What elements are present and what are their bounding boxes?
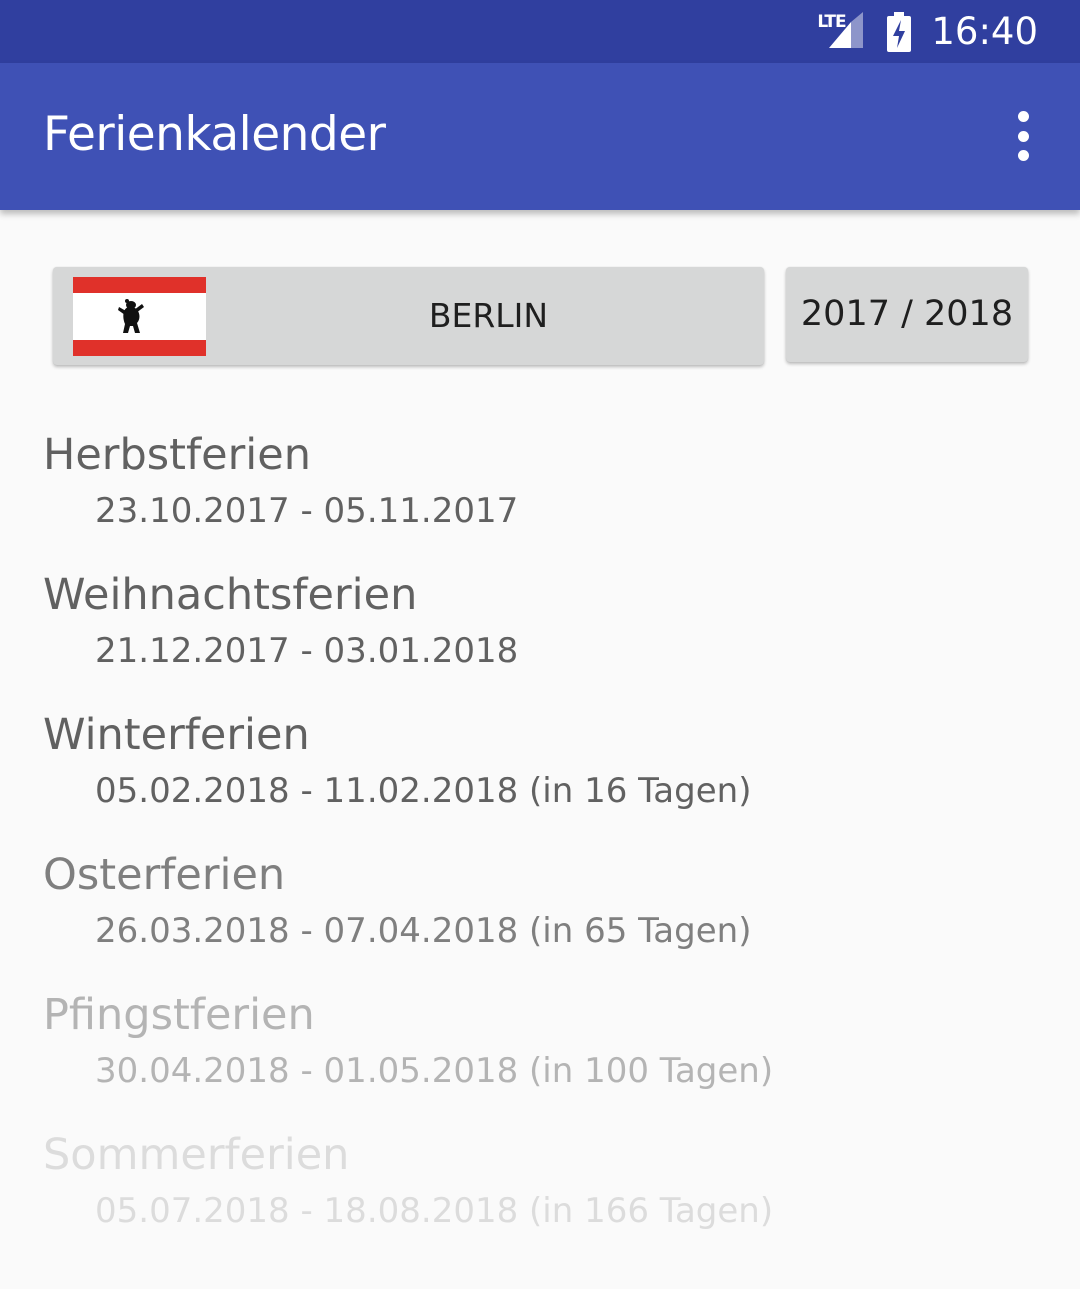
berlin-flag-icon	[73, 277, 206, 356]
list-item: Sommerferien 05.07.2018 - 18.08.2018 (in…	[0, 1130, 1080, 1270]
more-vert-icon[interactable]	[1006, 111, 1040, 161]
app-title: Ferienkalender	[43, 107, 386, 162]
holiday-dates: 05.02.2018 - 11.02.2018 (in 16 Tagen)	[95, 771, 752, 811]
year-label: 2017 / 2018	[800, 294, 1014, 334]
list-item: Osterferien 26.03.2018 - 07.04.2018 (in …	[0, 850, 1080, 990]
status-bar: LTE 16:40	[0, 0, 1080, 63]
holiday-dates: 21.12.2017 - 03.01.2018	[95, 631, 519, 671]
status-icons: LTE 16:40	[817, 0, 1038, 63]
battery-charging-icon	[887, 11, 912, 52]
menu-dot	[1017, 111, 1029, 122]
list-item: Winterferien 05.02.2018 - 11.02.2018 (in…	[0, 710, 1080, 850]
holiday-dates: 30.04.2018 - 01.05.2018 (in 100 Tagen)	[95, 1051, 774, 1091]
holiday-name: Pfingstferien	[43, 990, 315, 1040]
menu-dot	[1017, 130, 1029, 142]
menu-dot	[1017, 150, 1029, 161]
clock: 16:40	[931, 10, 1038, 53]
holiday-name: Herbstferien	[43, 430, 311, 480]
state-select-button[interactable]: BERLIN	[53, 267, 764, 365]
holiday-name: Weihnachtsferien	[43, 570, 418, 620]
holiday-dates: 05.07.2018 - 18.08.2018 (in 166 Tagen)	[95, 1191, 774, 1231]
holiday-dates: 23.10.2017 - 05.11.2017	[95, 491, 519, 531]
list-item: Weihnachtsferien 21.12.2017 - 03.01.2018	[0, 570, 1080, 710]
app-bar: Ferienkalender	[0, 63, 1080, 210]
holiday-name: Winterferien	[43, 710, 310, 760]
year-select-button[interactable]: 2017 / 2018	[786, 267, 1028, 362]
holiday-name: Sommerferien	[43, 1130, 350, 1180]
lte-signal-icon: LTE	[817, 11, 865, 52]
state-label: BERLIN	[428, 296, 549, 335]
holiday-name: Osterferien	[43, 850, 286, 900]
list-item: Herbstferien 23.10.2017 - 05.11.2017	[0, 430, 1080, 570]
holiday-dates: 26.03.2018 - 07.04.2018 (in 65 Tagen)	[95, 911, 752, 951]
list-item: Pfingstferien 30.04.2018 - 01.05.2018 (i…	[0, 990, 1080, 1130]
